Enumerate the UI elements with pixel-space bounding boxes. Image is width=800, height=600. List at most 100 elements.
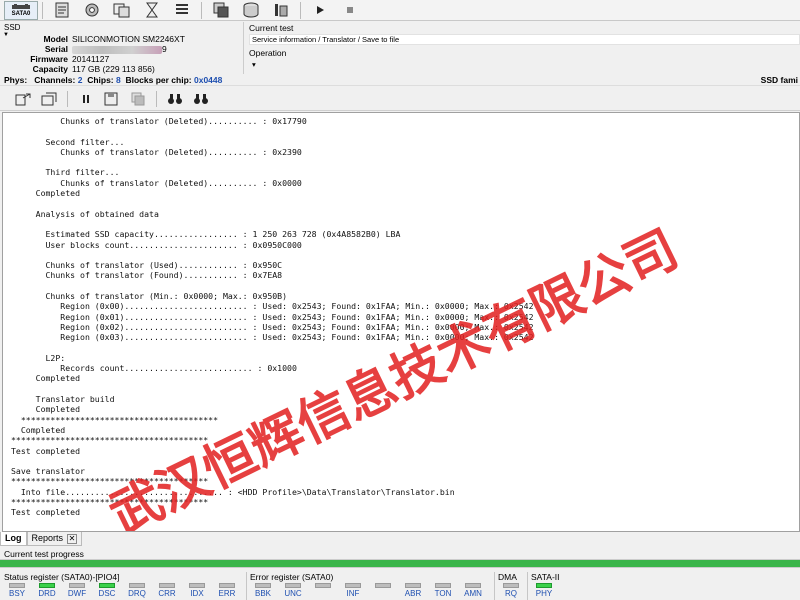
open-log-button[interactable] [36,90,62,108]
register-bit: DSC [92,583,122,598]
progress-label: Current test progress [4,549,84,559]
start-button[interactable] [305,1,335,20]
error-register-group: Error register (SATA0) BBK UNC INF ABR TON… [248,572,488,600]
register-led [285,583,301,588]
register-bit-label: TON [434,589,452,598]
log-line: Analysis of obtained data [11,208,159,219]
register-bit-label: CRR [158,589,176,598]
copy-icon [131,92,145,105]
register-bit-label: IDX [190,589,204,598]
log-line: Region (0x01)......................... :… [11,311,534,322]
log-line: **************************************** [11,435,209,446]
log-line: Translator build [11,394,115,405]
serial-row: Serial 9 [0,44,244,54]
log-line: Region (0x03)......................... :… [11,332,534,343]
register-led [69,583,85,588]
disk-info-button[interactable] [47,1,77,20]
blocks-value: 0x0448 [194,75,223,85]
memory-button[interactable] [266,1,296,20]
register-led [465,583,481,588]
capacity-value: 117 GB (229 113 856) [72,64,155,74]
status-register-group: Status register (SATA0)-[PIO4] BSY DRD DWF… [2,572,242,600]
register-bit: UNC [278,583,308,598]
phys-info-bar: Phys: Channels: 2 Chips: 8 Blocks per ch… [0,74,800,86]
log-line: Test completed [11,507,81,518]
channels-label: Channels: [34,75,76,85]
register-bar: Status register (SATA0)-[PIO4] BSY DRD DWF… [0,572,800,600]
register-bit: DRD [32,583,62,598]
binoculars-next-icon [194,93,208,104]
bottom-tabs: Log Reports ✕ [0,532,800,546]
firmware-value: 20141127 [72,54,110,64]
register-led [39,583,55,588]
register-bit: RQ [496,583,526,598]
log-line: L2P: [11,352,66,363]
progress-bar [0,559,800,568]
database-button[interactable] [236,1,266,20]
register-led [375,583,391,588]
log-line: Second filter... [11,136,125,147]
register-bit-label: AMN [464,589,482,598]
register-bit: DRQ [122,583,152,598]
model-value: SILICONMOTION SM2246XT [72,34,185,44]
progress-fill [0,560,800,567]
sata-port-button[interactable]: SATA0 [4,0,38,20]
register-bit-label: INF [346,589,360,598]
tab-log-label: Log [5,533,22,543]
register-led [9,583,25,588]
list-button[interactable] [167,1,197,20]
timer-button[interactable] [137,1,167,20]
log-panel[interactable]: Chunks of translator (Deleted)..........… [2,112,800,532]
pause-button[interactable] [73,90,99,108]
register-led [503,583,519,588]
tasks-button[interactable] [107,1,137,20]
register-bit-label: PHY [535,589,553,598]
settings-button[interactable] [77,1,107,20]
toolbar-separator [201,1,202,19]
export-button[interactable] [10,90,36,108]
ssd-family-label: SSD fami [760,75,798,85]
operation-dropdown[interactable]: ▾ [249,59,800,70]
toolbar-separator [300,1,301,19]
register-bit-label: DSC [98,589,116,598]
tab-log[interactable]: Log [0,532,27,546]
register-bit: INF [338,583,368,598]
register-bit-label: ABR [404,589,422,598]
register-bit-label: RQ [505,589,517,598]
log-toolbar [0,87,800,111]
dma-group: DMA RQ [496,572,526,600]
database-icon [243,2,259,18]
register-led [219,583,235,588]
log-line: **************************************** [11,496,209,507]
serial-label: Serial [44,44,68,54]
copy-log-button[interactable] [125,90,151,108]
save-log-button[interactable] [99,90,125,108]
find-button[interactable] [162,90,188,108]
copy-icon [213,2,229,18]
tab-reports[interactable]: Reports ✕ [26,532,83,546]
current-test-panel: Current test Service information / Trans… [246,22,800,74]
register-bit: BBK [248,583,278,598]
register-separator [246,572,247,600]
log-line: Chunks of translator (Deleted)..........… [11,116,307,126]
close-tab-icon[interactable]: ✕ [67,533,78,544]
copy-button[interactable] [206,1,236,20]
log-line: Completed [11,373,81,384]
find-next-button[interactable] [188,90,214,108]
log-line: Chunks of translator (Deleted)..........… [11,146,302,157]
firmware-label: Firmware [30,54,68,64]
stop-button[interactable] [335,1,365,20]
capacity-label: Capacity [32,64,68,74]
serial-value: 9 [72,44,167,54]
tasks-icon [113,3,130,18]
register-led [159,583,175,588]
log-line: Third filter... [11,167,120,178]
tab-reports-label: Reports [31,533,64,543]
error-register-bits: BBK UNC INF ABR TON AMN [248,583,488,598]
